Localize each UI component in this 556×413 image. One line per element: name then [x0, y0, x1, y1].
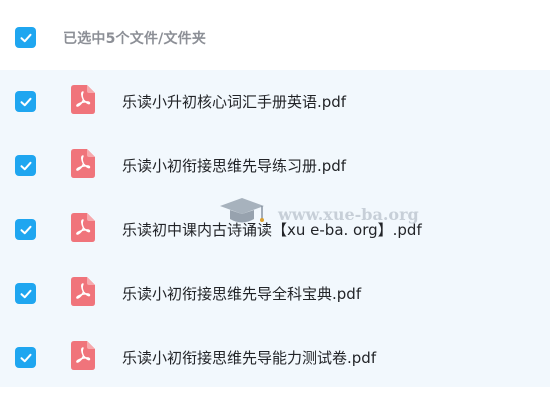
pdf-icon [71, 277, 95, 306]
pdf-icon [71, 85, 95, 114]
file-selection-panel: 已选中5个文件/文件夹 乐读小升初核心词汇手册英语.pdf 乐读小初衔接思维先导… [0, 0, 556, 413]
file-list: 乐读小升初核心词汇手册英语.pdf 乐读小初衔接思维先导练习册.pdf 乐读初中… [0, 70, 550, 387]
checkmark-icon [20, 97, 31, 106]
file-name: 乐读小初衔接思维先导练习册.pdf [122, 157, 347, 175]
checkmark-icon [20, 225, 31, 234]
file-row[interactable]: 乐读小初衔接思维先导练习册.pdf [0, 134, 550, 198]
file-checkbox[interactable] [15, 283, 36, 304]
file-name: 乐读初中课内古诗诵读【xu e-ba. org】.pdf [122, 221, 422, 239]
checkmark-icon [20, 353, 31, 362]
checkmark-icon [20, 33, 31, 42]
file-name: 乐读小初衔接思维先导能力测试卷.pdf [122, 349, 377, 367]
selection-header: 已选中5个文件/文件夹 [0, 0, 556, 72]
selection-summary: 已选中5个文件/文件夹 [63, 31, 207, 47]
file-name: 乐读小初衔接思维先导全科宝典.pdf [122, 285, 362, 303]
select-all-checkbox[interactable] [15, 27, 36, 48]
file-checkbox[interactable] [15, 347, 36, 368]
pdf-icon [71, 341, 95, 370]
pdf-icon [71, 213, 95, 242]
file-checkbox[interactable] [15, 219, 36, 240]
file-row[interactable]: 乐读小初衔接思维先导全科宝典.pdf [0, 262, 550, 326]
pdf-icon [71, 149, 95, 178]
file-checkbox[interactable] [15, 155, 36, 176]
checkmark-icon [20, 289, 31, 298]
file-name: 乐读小升初核心词汇手册英语.pdf [122, 93, 347, 111]
file-row[interactable]: 乐读初中课内古诗诵读【xu e-ba. org】.pdf [0, 198, 550, 262]
file-checkbox[interactable] [15, 91, 36, 112]
file-row[interactable]: 乐读小升初核心词汇手册英语.pdf [0, 70, 550, 134]
file-row[interactable]: 乐读小初衔接思维先导能力测试卷.pdf [0, 326, 550, 390]
checkmark-icon [20, 161, 31, 170]
